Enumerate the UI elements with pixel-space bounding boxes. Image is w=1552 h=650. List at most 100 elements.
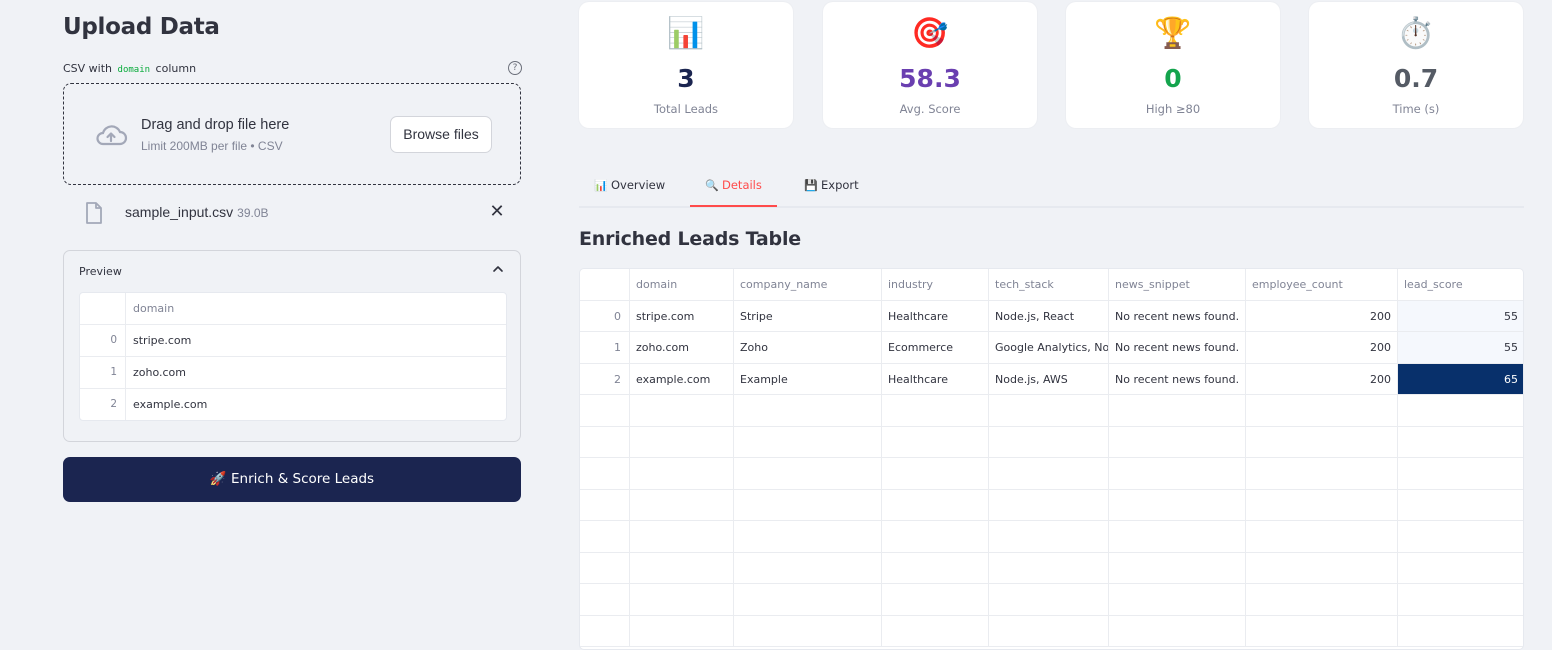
empty-cell [1109, 426, 1246, 457]
table-cell[interactable]: example.com [630, 363, 734, 394]
empty-cell [1246, 426, 1398, 457]
empty-cell [1398, 521, 1523, 552]
preview-column-header[interactable]: domain [133, 293, 174, 324]
help-icon[interactable]: ? [508, 61, 522, 75]
table-cell[interactable]: No recent news found. [1109, 332, 1246, 363]
tab-details[interactable]: 🔍 Details [690, 178, 777, 207]
bar-chart-icon: 📊 [594, 179, 608, 192]
empty-table-row [580, 458, 1523, 490]
table-header-row: domain company_name industry tech_stack … [580, 269, 1523, 301]
column-header[interactable]: industry [882, 269, 989, 300]
table-cell[interactable]: Stripe [734, 300, 882, 331]
table-cell[interactable]: Zoho [734, 332, 882, 363]
preview-label[interactable]: Preview [79, 265, 122, 278]
column-header[interactable]: domain [630, 269, 734, 300]
column-header[interactable]: news_snippet [1109, 269, 1246, 300]
empty-cell [882, 458, 989, 489]
enriched-leads-table[interactable]: domain company_name industry tech_stack … [579, 268, 1524, 650]
empty-table-row [580, 426, 1523, 458]
empty-cell [734, 584, 882, 615]
preview-table: domain 0 stripe.com 1 zoho.com 2 example… [79, 292, 507, 421]
lead-score-cell[interactable]: 55 [1398, 300, 1523, 331]
rocket-icon: 🚀 [209, 471, 227, 487]
preview-header-row: domain [80, 293, 506, 324]
empty-cell [580, 489, 630, 520]
metric-label: Avg. Score [899, 102, 961, 116]
upload-title: Upload Data [63, 14, 220, 40]
floppy-disk-icon: 💾 [804, 179, 818, 192]
empty-table-row [580, 552, 1523, 584]
empty-cell [1109, 615, 1246, 646]
table-cell[interactable]: 200 [1246, 363, 1398, 394]
tab-overview[interactable]: 📊 Overview [594, 178, 665, 206]
empty-cell [630, 395, 734, 426]
empty-table-row [580, 521, 1523, 553]
bar-chart-icon: 📊 [667, 16, 705, 51]
lead-score-cell[interactable]: 65 [1398, 363, 1523, 394]
column-header[interactable]: tech_stack [989, 269, 1109, 300]
file-dropzone[interactable]: Drag and drop file here Limit 200MB per … [63, 83, 521, 185]
table-cell[interactable]: Healthcare [882, 363, 989, 394]
table-cell[interactable]: 200 [1246, 332, 1398, 363]
empty-cell [1246, 521, 1398, 552]
metric-high-score: 🏆 0 High ≥80 [1066, 2, 1280, 128]
empty-cell [1246, 458, 1398, 489]
empty-cell [580, 458, 630, 489]
empty-cell [734, 521, 882, 552]
tab-export[interactable]: 💾 Export [804, 178, 859, 206]
empty-table-row [580, 584, 1523, 616]
table-cell[interactable]: stripe.com [630, 300, 734, 331]
table-cell[interactable]: Healthcare [882, 300, 989, 331]
table-cell[interactable]: Node.js, React [989, 300, 1109, 331]
cloud-upload-icon [96, 125, 128, 146]
preview-index-header [80, 293, 126, 324]
tab-label: Details [722, 178, 762, 192]
table-cell[interactable]: Google Analytics, Node.js [989, 332, 1109, 363]
column-header[interactable]: employee_count [1246, 269, 1398, 300]
empty-table-row [580, 395, 1523, 427]
empty-cell [989, 584, 1109, 615]
preview-row-index: 1 [80, 357, 126, 388]
row-index: 1 [580, 332, 630, 363]
table-cell[interactable]: No recent news found. [1109, 300, 1246, 331]
table-cell[interactable]: Ecommerce [882, 332, 989, 363]
row-index: 2 [580, 363, 630, 394]
empty-cell [989, 489, 1109, 520]
file-icon [86, 202, 102, 224]
column-header[interactable]: lead_score [1398, 269, 1523, 300]
empty-cell [1246, 395, 1398, 426]
empty-cell [1246, 489, 1398, 520]
empty-cell [1109, 521, 1246, 552]
enrich-score-label: Enrich & Score Leads [231, 471, 375, 487]
lead-score-cell[interactable]: 55 [1398, 332, 1523, 363]
table-cell[interactable]: 200 [1246, 300, 1398, 331]
empty-cell [989, 426, 1109, 457]
preview-cell[interactable]: example.com [133, 389, 207, 420]
empty-cell [580, 552, 630, 583]
table-cell[interactable]: No recent news found. [1109, 363, 1246, 394]
table-row: 0 stripe.com Stripe Healthcare Node.js, … [580, 300, 1523, 332]
tab-label: Overview [611, 178, 666, 192]
table-cell[interactable]: zoho.com [630, 332, 734, 363]
empty-cell [1398, 395, 1523, 426]
empty-cell [989, 458, 1109, 489]
empty-cell [1246, 552, 1398, 583]
table-title: Enriched Leads Table [579, 228, 801, 250]
table-cell[interactable]: Example [734, 363, 882, 394]
enrich-score-button[interactable]: 🚀 Enrich & Score Leads [63, 457, 521, 502]
chevron-up-icon[interactable] [492, 263, 504, 275]
empty-cell [1398, 490, 1523, 521]
empty-cell [989, 521, 1109, 552]
browse-files-button[interactable]: Browse files [390, 116, 492, 153]
preview-cell[interactable]: stripe.com [133, 325, 191, 356]
empty-cell [989, 395, 1109, 426]
empty-cell [882, 521, 989, 552]
preview-row: 2 example.com [80, 388, 506, 420]
empty-cell [1398, 458, 1523, 489]
metric-value: 0.7 [1393, 64, 1439, 93]
table-cell[interactable]: Node.js, AWS [989, 363, 1109, 394]
column-header[interactable]: company_name [734, 269, 882, 300]
empty-cell [580, 395, 630, 426]
close-icon[interactable]: ✕ [489, 202, 505, 222]
preview-cell[interactable]: zoho.com [133, 357, 186, 388]
